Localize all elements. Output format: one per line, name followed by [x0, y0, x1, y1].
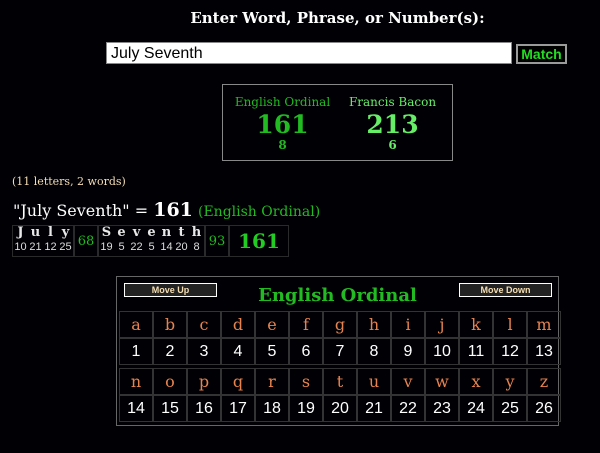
prompt-heading: Enter Word, Phrase, or Number(s): — [190, 9, 485, 27]
cipher-letter-cell: s — [289, 368, 323, 395]
cipher-letter-cell: c — [187, 311, 221, 338]
letter-word-count: (11 letters, 2 words) — [12, 175, 126, 188]
cipher-value-cell: 19 — [289, 395, 323, 422]
cipher-letter-cell: h — [357, 311, 391, 338]
letter-col: t 20 — [175, 225, 188, 254]
cipher-letter-cell: g — [323, 311, 357, 338]
score-value: 161 — [256, 110, 309, 139]
cipher-letter-cell: q — [221, 368, 255, 395]
search-input[interactable]: July Seventh — [106, 42, 512, 64]
cipher-letter-cell: r — [255, 368, 289, 395]
cipher-value-cell: 1 — [119, 338, 153, 365]
cipher-letter-cell: m — [527, 311, 561, 338]
score-summary-box: English Ordinal 161 8 Francis Bacon 213 … — [222, 84, 453, 161]
cipher-letter-cell: l — [493, 311, 527, 338]
cipher-value-cell: 3 — [187, 338, 221, 365]
result-phrase: "July Seventh" = — [13, 201, 154, 220]
letter-col: J 10 — [14, 225, 27, 254]
letter-col: l 12 — [44, 225, 57, 254]
cipher-value-cell: 9 — [391, 338, 425, 365]
cipher-value-cell: 6 — [289, 338, 323, 365]
cipher-letter-cell: z — [527, 368, 561, 395]
cipher-letter-cell: x — [459, 368, 493, 395]
letter-breakdown: J 10 u 21 l 12 y 25 68 S 19 e5 v 22 e5 n 14 t 20… — [12, 225, 289, 258]
cipher-value-cell: 10 — [425, 338, 459, 365]
score-sub-value: 8 — [278, 138, 287, 152]
cipher-letter-cell: t — [323, 368, 357, 395]
cipher-value-cell: 11 — [459, 338, 493, 365]
cipher-value-cell: 12 — [493, 338, 527, 365]
cipher-value-cell: 14 — [119, 395, 153, 422]
cipher-letter-cell: a — [119, 311, 153, 338]
score-cipher-name: English Ordinal — [234, 95, 331, 109]
cipher-letter-cell: e — [255, 311, 289, 338]
result-cipher-name: (English Ordinal) — [198, 204, 321, 220]
match-button[interactable]: Match — [516, 44, 567, 64]
letter-col: u 21 — [29, 225, 42, 254]
word-sum: 93 — [205, 225, 229, 257]
result-line: "July Seventh" = 161 (English Ordinal) — [13, 199, 320, 221]
cipher-value-cell: 24 — [459, 395, 493, 422]
score-sub-value: 6 — [388, 138, 397, 152]
cipher-value-cell: 17 — [221, 395, 255, 422]
letter-col: n 14 — [160, 225, 173, 254]
letter-col: S 19 — [100, 225, 113, 254]
cipher-letter-cell: b — [153, 311, 187, 338]
cipher-value-cell: 16 — [187, 395, 221, 422]
word-group-2: S 19 e5 v 22 e5 n 14 t 20 h8 — [98, 225, 205, 257]
cipher-value-cell: 20 — [323, 395, 357, 422]
cipher-letter-cell: o — [153, 368, 187, 395]
cipher-value-cell: 26 — [527, 395, 561, 422]
letter-col: y 25 — [59, 225, 72, 254]
cipher-letter-cell: v — [391, 368, 425, 395]
breakdown-total: 161 — [229, 225, 289, 257]
score-value: 213 — [366, 110, 419, 139]
cipher-letter-cell: i — [391, 311, 425, 338]
cipher-value-cell: 21 — [357, 395, 391, 422]
cipher-letter-cell: w — [425, 368, 459, 395]
cipher-letter-cell: p — [187, 368, 221, 395]
letter-col: h8 — [191, 225, 202, 254]
word-group-1: J 10 u 21 l 12 y 25 — [12, 225, 74, 257]
cipher-chart: Move Up English Ordinal Move Down abcdef… — [116, 276, 561, 426]
cipher-value-cell: 18 — [255, 395, 289, 422]
cipher-value-cell: 23 — [425, 395, 459, 422]
score-francis-bacon[interactable]: Francis Bacon 213 6 — [335, 85, 450, 152]
letter-col: v 22 — [130, 225, 143, 254]
cipher-value-cell: 8 — [357, 338, 391, 365]
word-sum: 68 — [74, 225, 98, 257]
cipher-value-cell: 2 — [153, 338, 187, 365]
cipher-grid-row-2: n o p q r s t u v w x y z 14 15 16 17 18 19 20 21 22 23 24 25 26 — [119, 368, 561, 422]
cipher-letter-cell: n — [119, 368, 153, 395]
result-value: 161 — [153, 199, 193, 221]
letter-col: e5 — [147, 225, 156, 254]
cipher-letter-cell: d — [221, 311, 255, 338]
cipher-value-cell: 4 — [221, 338, 255, 365]
cipher-letter-cell: u — [357, 368, 391, 395]
cipher-value-cell: 7 — [323, 338, 357, 365]
cipher-letter-cell: k — [459, 311, 493, 338]
cipher-letter-cell: y — [493, 368, 527, 395]
letter-col: e5 — [117, 225, 126, 254]
score-english-ordinal[interactable]: English Ordinal 161 8 — [225, 85, 340, 152]
cipher-value-cell: 13 — [527, 338, 561, 365]
move-down-button[interactable]: Move Down — [459, 283, 552, 297]
cipher-value-cell: 5 — [255, 338, 289, 365]
score-cipher-name: Francis Bacon — [348, 95, 437, 109]
cipher-value-cell: 22 — [391, 395, 425, 422]
cipher-value-cell: 15 — [153, 395, 187, 422]
cipher-letter-cell: j — [425, 311, 459, 338]
cipher-letter-cell: f — [289, 311, 323, 338]
cipher-grid-row-1: a b c d e f g h i j k l m 1 2 3 4 5 6 7 8 9 10 11 12 13 — [119, 311, 561, 365]
cipher-value-cell: 25 — [493, 395, 527, 422]
